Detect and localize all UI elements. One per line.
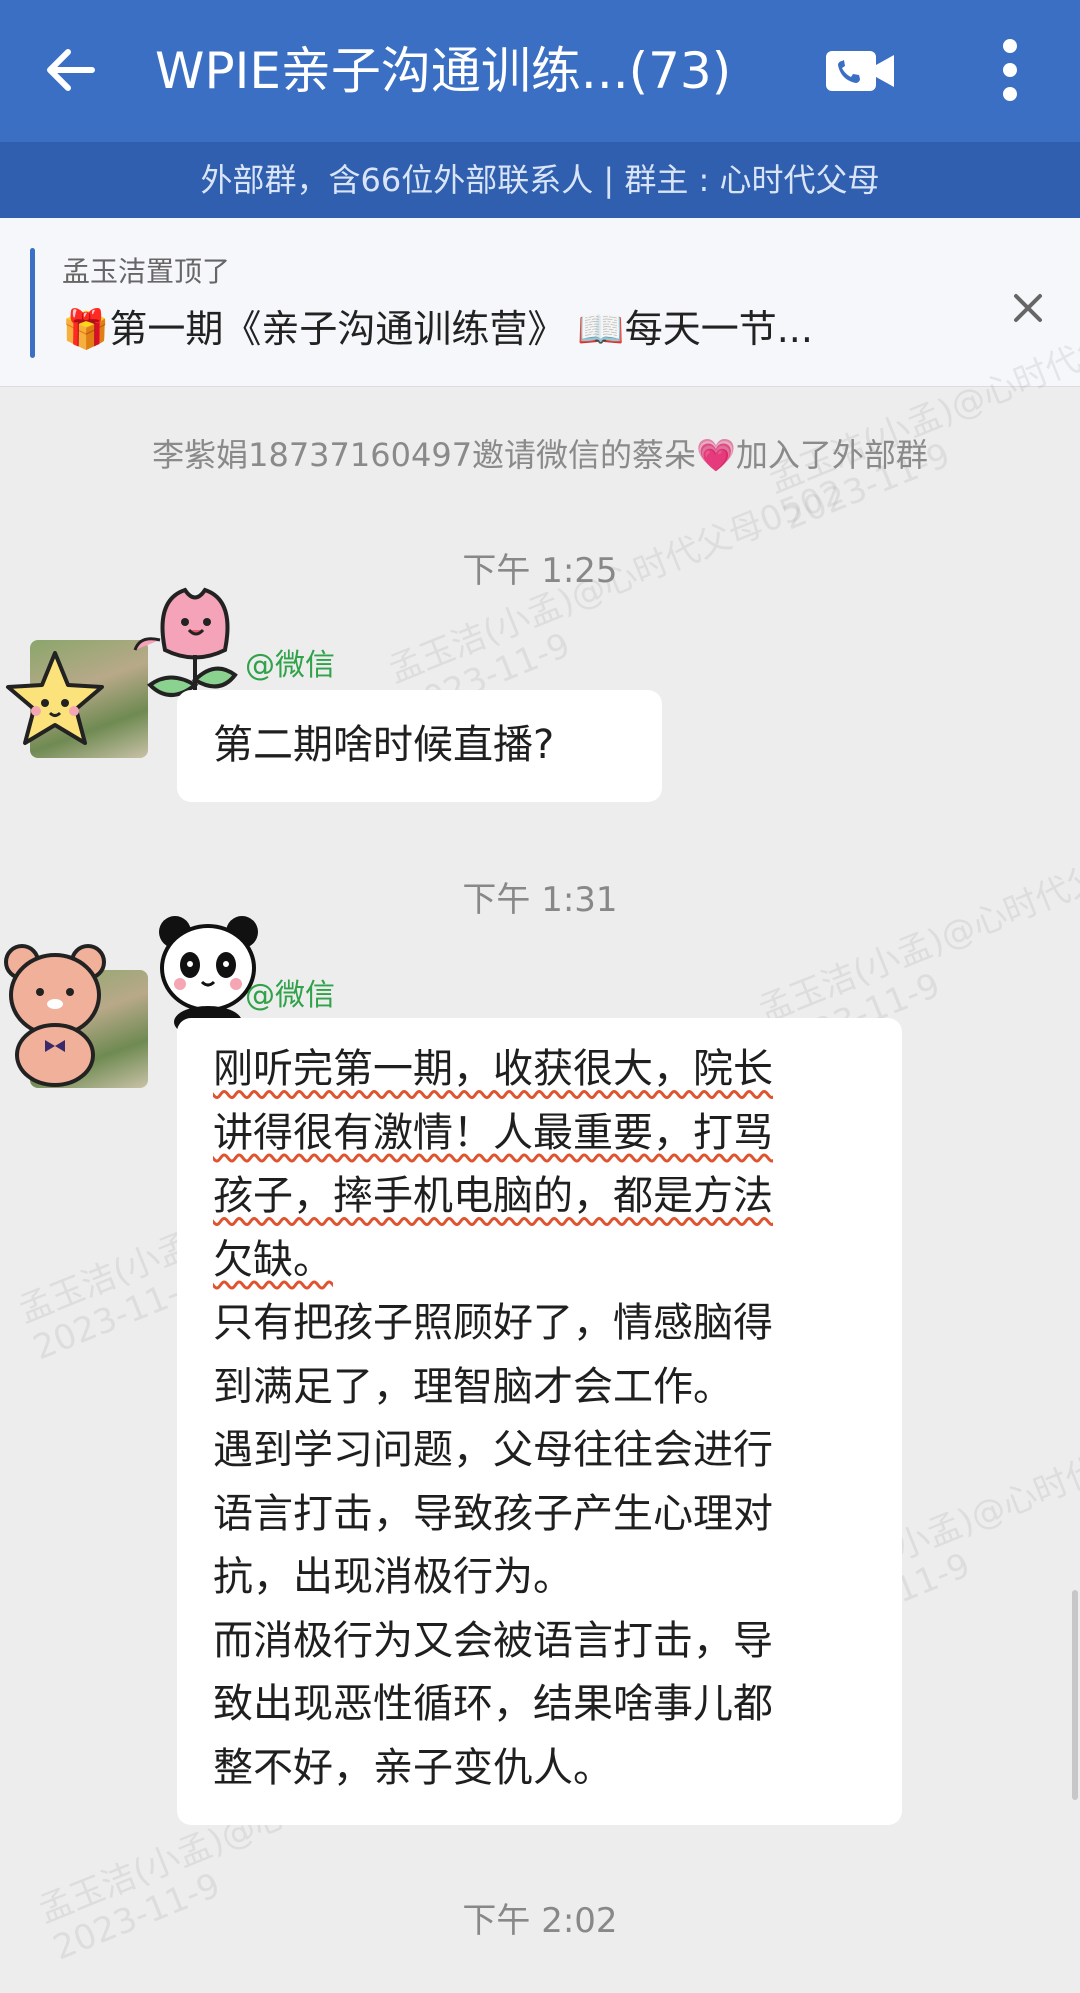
flower-sticker-icon xyxy=(133,587,238,697)
message-line: 只有把孩子照顾好了，情感脑得 xyxy=(213,1300,773,1346)
sender-name: @微信 xyxy=(245,648,335,683)
system-message: 李紫娟18737160497邀请微信的蔡朵💗加入了外部群 xyxy=(152,436,928,474)
message-line: 语言打击，导致孩子产生心理对 xyxy=(213,1490,773,1537)
pinned-by-label: 孟玉洁置顶了 xyxy=(62,255,231,288)
pinned-message[interactable]: 孟玉洁置顶了 🎁第一期《亲子沟通训练营》 📖每天一节... xyxy=(0,218,1080,387)
title-bar: WPIE亲子沟通训练...(73) xyxy=(0,0,1080,142)
message-bubble[interactable]: 刚听完第一期，收获很大，院长 讲得很有激情！人最重要，打骂 孩子，摔手机电脑的，… xyxy=(177,1018,902,1825)
message-line: 而消极行为又会被语言打击，导 xyxy=(213,1617,773,1664)
close-icon xyxy=(1014,294,1042,322)
video-call-button[interactable] xyxy=(815,34,905,108)
scrollbar[interactable] xyxy=(1072,1590,1078,1800)
video-call-icon xyxy=(826,51,894,91)
message-line: 欠缺。 xyxy=(213,1229,773,1293)
chat-title: WPIE亲子沟通训练...(73) xyxy=(155,42,732,100)
message-text: 第二期啥时候直播? xyxy=(213,722,555,768)
message-line: 孩子，摔手机电脑的，都是方法 xyxy=(213,1173,773,1219)
message-line: 遇到学习问题，父母往往会进行 xyxy=(213,1427,773,1473)
arrow-left-icon xyxy=(47,49,95,91)
more-vertical-icon xyxy=(1003,39,1017,101)
message-bubble[interactable]: 第二期啥时候直播? xyxy=(177,690,662,802)
sender-name: @微信 xyxy=(245,978,335,1013)
back-button[interactable] xyxy=(30,30,110,110)
message-line: 抗，出现消极行为。 xyxy=(213,1554,573,1600)
message-line: 讲得很有激情！人最重要，打骂 xyxy=(213,1109,773,1156)
message-line-underlined: 欠缺。 xyxy=(213,1236,333,1283)
bear-sticker-icon xyxy=(4,944,106,1087)
message-line: 刚听完第一期，收获很大，院长 xyxy=(213,1046,773,1092)
star-sticker-icon xyxy=(6,651,104,745)
group-info-bar[interactable]: 外部群，含66位外部联系人 | 群主 : 心时代父母 xyxy=(0,142,1080,218)
pinned-accent-bar xyxy=(30,248,35,358)
close-pinned-button[interactable] xyxy=(1000,280,1056,336)
message-text: 刚听完第一期，收获很大，院长 讲得很有激情！人最重要，打骂 孩子，摔手机电脑的，… xyxy=(213,1038,773,1800)
message-line: 致出现恶性循环，结果啥事儿都 xyxy=(213,1681,773,1727)
pinned-content: 🎁第一期《亲子沟通训练营》 📖每天一节... xyxy=(62,307,813,351)
timestamp: 下午 2:02 xyxy=(462,1901,618,1941)
message-line: 到满足了，理智脑才会工作。 xyxy=(213,1363,733,1410)
more-button[interactable] xyxy=(975,30,1045,110)
message-line: 整不好，亲子变仇人。 xyxy=(213,1744,613,1791)
